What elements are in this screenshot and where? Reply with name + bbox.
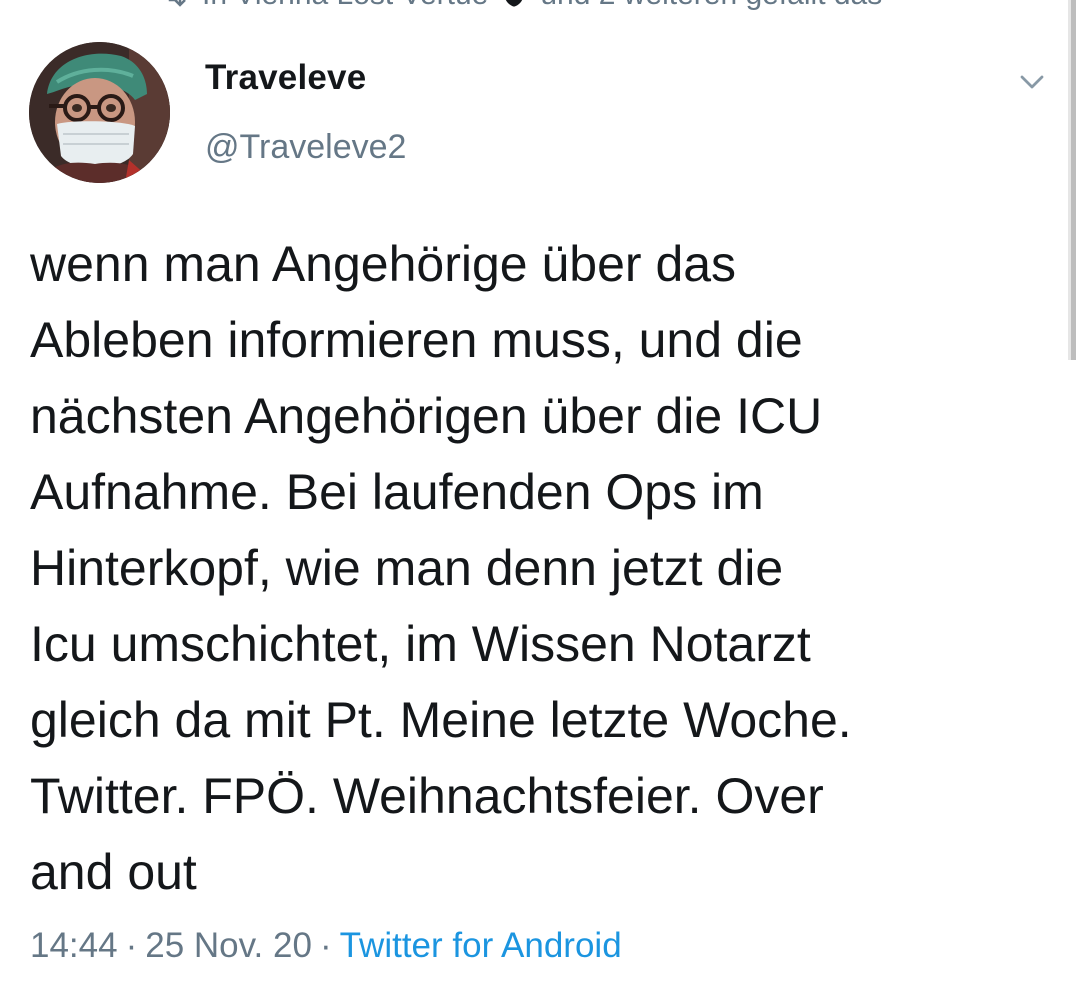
tweet-detail-screen: In Vienna Lost Vertue und 2 weiteren gef…: [0, 0, 1076, 1000]
display-name[interactable]: Traveleve: [205, 58, 366, 98]
meta-separator-2: ·: [319, 926, 332, 965]
context-text-left: In Vienna Lost Vertue: [202, 0, 488, 12]
retweet-icon: [160, 0, 190, 10]
tweet-time[interactable]: 14:44: [30, 926, 118, 965]
more-options-button[interactable]: [1010, 62, 1054, 102]
tweet-source-link[interactable]: Twitter for Android: [340, 926, 622, 965]
user-handle[interactable]: @Traveleve2: [205, 128, 406, 167]
context-text-right: und 2 weiteren gefällt das: [540, 0, 882, 12]
avatar[interactable]: [29, 42, 170, 183]
tweet-date[interactable]: 25 Nov. 20: [145, 926, 312, 965]
social-context[interactable]: In Vienna Lost Vertue und 2 weiteren gef…: [160, 0, 882, 12]
chevron-down-icon: [1020, 75, 1044, 89]
scrollbar[interactable]: [1068, 0, 1076, 360]
verified-icon: [500, 0, 528, 9]
meta-separator: ·: [125, 926, 138, 965]
tweet-text: wenn man Angehörige über das Ableben inf…: [30, 236, 852, 900]
avatar-photo: [29, 42, 170, 183]
tweet-meta: 14:44 · 25 Nov. 20 · Twitter for Android: [30, 924, 622, 968]
